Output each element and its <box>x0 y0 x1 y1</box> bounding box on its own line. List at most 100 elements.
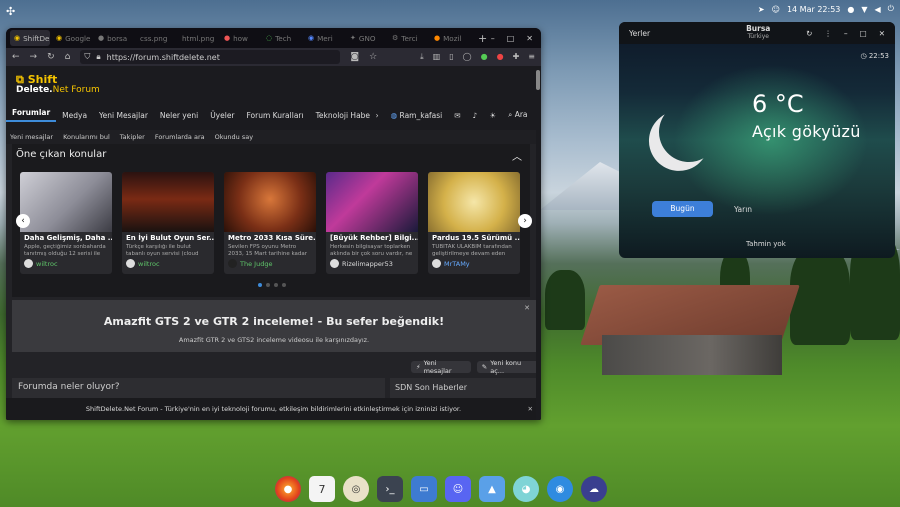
maximize-button[interactable]: □ <box>507 34 515 43</box>
refresh-icon[interactable]: ↻ <box>806 29 812 38</box>
tab[interactable]: ◉ Google <box>52 30 92 46</box>
firefox-icon[interactable]: ● <box>275 476 301 502</box>
scrollbar-thumb[interactable] <box>536 70 540 90</box>
user-menu[interactable]: ◍ Ram_kafasi <box>385 111 449 120</box>
tab[interactable]: html.png <box>178 30 218 46</box>
wifi-icon[interactable]: ▼ <box>861 5 867 14</box>
calendar-icon[interactable]: 7 <box>309 476 335 502</box>
carousel-dot[interactable] <box>274 283 278 287</box>
topic-card[interactable]: Metro 2033 Kısa Süre... Sevilen FPS oyun… <box>224 172 316 274</box>
tab[interactable]: ◉ ShiftDel <box>10 30 50 46</box>
nav-yeni-mesajlar[interactable]: Yeni Mesajlar <box>93 111 154 120</box>
places-button[interactable]: Yerler <box>629 29 650 38</box>
carousel-prev-icon[interactable]: ‹ <box>16 214 30 228</box>
collapse-icon[interactable]: ︿ <box>512 148 522 163</box>
new-messages-button[interactable]: ⚡ Yeni mesajlar <box>411 359 471 375</box>
site-logo[interactable]: ⧉ Shift Delete.Net Forum <box>16 74 100 96</box>
tab[interactable]: ◌ Tech <box>262 30 302 46</box>
subnav-forumlarda-ara[interactable]: Forumlarda ara <box>155 133 205 141</box>
terminal-icon[interactable]: ›_ <box>377 476 403 502</box>
theme-icon[interactable]: ☀ <box>483 111 502 120</box>
new-topic-button[interactable]: ✎ Yeni konu aç... <box>476 359 541 375</box>
shield-icon[interactable]: ⛉ <box>84 52 90 62</box>
subnav-okundu-say[interactable]: Okundu say <box>215 133 253 141</box>
tab[interactable]: ✦ GNO <box>346 30 386 46</box>
clock-icon: ◷ <box>860 52 869 60</box>
favicon-icon: ⚙ <box>392 34 399 42</box>
chat-icon[interactable]: ◉ <box>547 476 573 502</box>
reload-icon[interactable]: ↻ <box>47 52 55 62</box>
nav-teknoloji-haberleri[interactable]: Teknoloji Haberleri <box>310 111 370 120</box>
carousel-dot[interactable] <box>258 283 262 287</box>
ad-banner[interactable]: ✕ Amazfit GTS 2 ve GTR 2 inceleme! - Bu … <box>12 300 536 352</box>
nav-neler-yeni[interactable]: Neler yeni <box>154 111 204 120</box>
carousel-next-icon[interactable]: › <box>518 214 532 228</box>
account-icon[interactable]: ◯ <box>463 52 472 62</box>
library-icon[interactable]: ▥ <box>433 52 441 62</box>
nav-medya[interactable]: Medya <box>56 111 93 120</box>
menu-icon[interactable]: ≡ <box>528 52 535 62</box>
tab[interactable]: ● borsa <box>94 30 134 46</box>
discord-icon[interactable]: ☺ <box>772 5 780 14</box>
subnav-konularimi-bul[interactable]: Konularımı bul <box>63 133 110 141</box>
pocket-icon[interactable]: ◙ <box>350 52 359 62</box>
back-icon[interactable]: ← <box>12 52 20 62</box>
weather-icon[interactable]: ☁ <box>581 476 607 502</box>
image-viewer-icon[interactable]: ▲ <box>479 476 505 502</box>
close-button[interactable]: ✕ <box>526 34 533 43</box>
close-icon[interactable]: ✕ <box>528 398 533 420</box>
bolt-icon: ⚡ <box>416 363 421 371</box>
topic-card[interactable]: [Büyük Rehber] Bilgi... Herkesin bilgisa… <box>326 172 418 274</box>
forward-icon[interactable]: → <box>30 52 38 62</box>
mail-icon[interactable]: ✉ <box>448 111 466 120</box>
search-button[interactable]: ⌕ Ara <box>502 110 533 120</box>
menu-icon[interactable]: ⋮ <box>824 29 832 38</box>
power-icon[interactable]: ⏻ <box>888 4 894 14</box>
extensions-icon[interactable]: ✚ <box>513 52 520 62</box>
today-button[interactable]: Bugün <box>652 201 713 217</box>
camera-icon[interactable]: ◎ <box>343 476 369 502</box>
carousel-dot[interactable] <box>266 283 270 287</box>
clock[interactable]: 14 Mar 22:53 <box>787 5 840 14</box>
minimize-button[interactable]: – <box>844 29 848 38</box>
bell-icon[interactable]: ♪ <box>467 111 484 120</box>
nav-forum-kurallari[interactable]: Forum Kuralları <box>241 111 310 120</box>
close-icon[interactable]: ✕ <box>524 304 530 312</box>
tomorrow-button[interactable]: Yarın <box>734 205 752 214</box>
discord-icon[interactable]: ☺ <box>445 476 471 502</box>
featured-topics: Öne çıkan konular ︿ Daha Gelişmiş, Daha … <box>12 144 532 297</box>
telegram-icon[interactable]: ➤ <box>758 5 765 14</box>
topic-card[interactable]: En İyi Bulut Oyun Ser... Türkçe karşılığ… <box>122 172 214 274</box>
new-tab-button[interactable]: + <box>478 32 487 45</box>
tab[interactable]: ● how <box>220 30 260 46</box>
tab[interactable]: ◉ Meri <box>304 30 344 46</box>
volume-icon[interactable]: ◀ <box>875 5 881 14</box>
maximize-button[interactable]: □ <box>860 29 867 38</box>
activities-icon[interactable]: ✣ <box>6 5 15 18</box>
nav-scroll-right-icon[interactable]: › <box>370 111 385 120</box>
condition: Açık gökyüzü <box>752 122 861 141</box>
carousel-dot[interactable] <box>282 283 286 287</box>
subnav-yeni-mesajlar[interactable]: Yeni mesajlar <box>10 133 53 141</box>
nav-forumlar[interactable]: Forumlar <box>6 108 57 122</box>
close-button[interactable]: ✕ <box>879 29 885 38</box>
topic-card[interactable]: Pardus 19.5 Sürümü ... TÜBİTAK ULAKBİM t… <box>428 172 520 274</box>
nav-uyeler[interactable]: Üyeler <box>204 111 240 120</box>
tab[interactable]: ● Mozil <box>430 30 470 46</box>
tab[interactable]: css.png <box>136 30 176 46</box>
home-icon[interactable]: ⌂ <box>65 52 71 62</box>
url-bar[interactable]: ⛉ 🔒︎ https://forum.shiftdelete.net <box>80 50 341 64</box>
bookmark-star-icon[interactable]: ☆ <box>369 52 377 62</box>
download-icon[interactable]: ⤓ <box>420 52 424 62</box>
tab[interactable]: ⚙ Terci <box>388 30 428 46</box>
scrollbar[interactable] <box>536 66 541 420</box>
files-icon[interactable]: ▭ <box>411 476 437 502</box>
minimize-button[interactable]: – <box>491 34 495 43</box>
lock-icon[interactable]: 🔒︎ <box>96 52 100 62</box>
topic-card[interactable]: Daha Gelişmiş, Daha ... Apple, geçtiğimi… <box>20 172 112 274</box>
extension-icon[interactable]: ● <box>497 52 504 62</box>
app-icon[interactable]: ◕ <box>513 476 539 502</box>
sidebar-icon[interactable]: ▯ <box>449 52 453 62</box>
subnav-takipler[interactable]: Takipler <box>120 133 145 141</box>
extension-icon[interactable]: ● <box>481 52 488 62</box>
